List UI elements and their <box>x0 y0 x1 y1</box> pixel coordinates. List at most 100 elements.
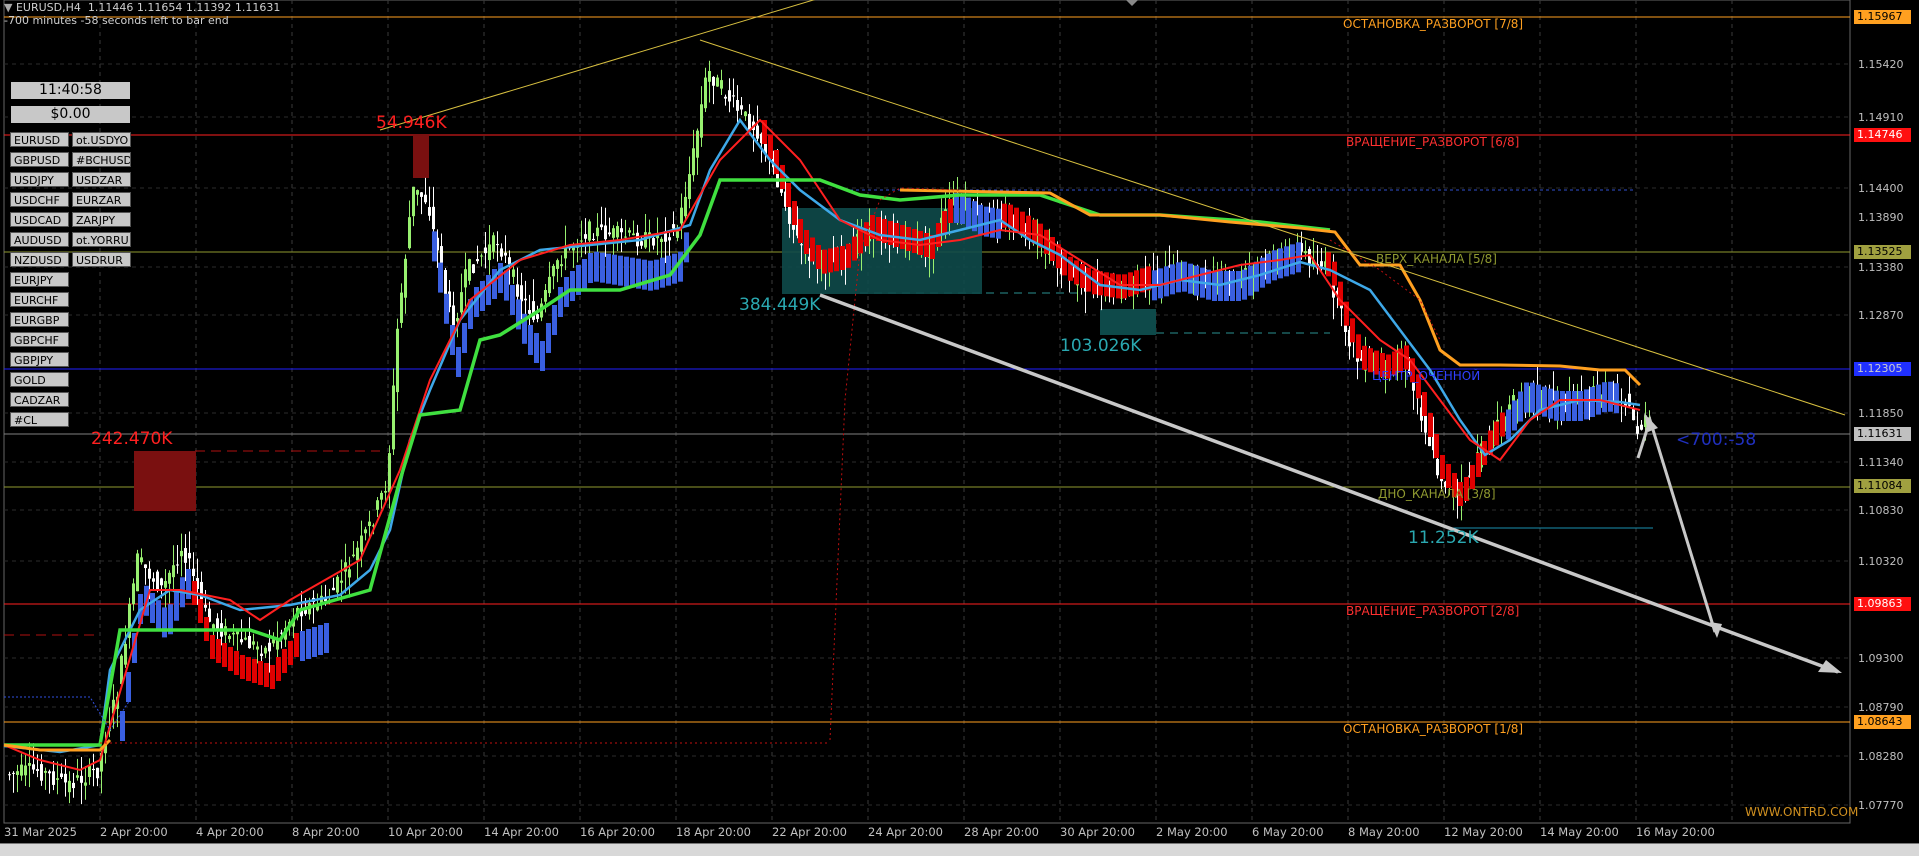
symbol-button-bchusd[interactable]: #BCHUSD <box>72 152 131 167</box>
time-axis-label: 6 May 20:00 <box>1252 825 1324 839</box>
trend-block-bear <box>1026 215 1031 240</box>
trend-block-bull <box>486 275 491 305</box>
symbol-button-usdrur[interactable]: USDRUR <box>72 252 131 267</box>
symbol-button-audusd[interactable]: AUDUSD <box>10 232 69 247</box>
candle-body <box>1632 408 1635 421</box>
candle-body <box>604 225 607 240</box>
symbol-button-otusdyo[interactable]: ot.USDYO <box>72 132 131 147</box>
candle-body <box>612 228 615 238</box>
trend-block-bear <box>768 135 773 159</box>
candle-body <box>332 587 335 591</box>
trend-block-bull <box>954 193 959 223</box>
symbol-button-usdcad[interactable]: USDCAD <box>10 212 69 227</box>
symbol-button-cl[interactable]: #CL <box>10 412 69 427</box>
candle-body <box>756 125 759 139</box>
watermark-text: WWW.ONTRD.COM <box>1745 805 1859 819</box>
symbol-button-cadzar[interactable]: CADZAR <box>10 392 69 407</box>
candle-body <box>156 571 159 591</box>
trend-block-bull <box>978 204 983 235</box>
symbol-button-zarjpy[interactable]: ZARJPY <box>72 212 131 227</box>
price-chart-canvas[interactable] <box>0 0 1919 855</box>
candle-body <box>244 637 247 640</box>
symbol-button-eurzar[interactable]: EURZAR <box>72 192 131 207</box>
symbol-button-gold[interactable]: GOLD <box>10 372 69 387</box>
trend-block-bear <box>234 651 239 675</box>
trend-block-bear <box>294 633 299 657</box>
trend-block-bull <box>1182 261 1187 292</box>
trend-block-bear <box>828 248 833 273</box>
candle-body <box>516 284 519 297</box>
symbol-button-usdzar[interactable]: USDZAR <box>72 172 131 187</box>
level-label-5-8: ВЕРХ_КАНАЛА [5/8] <box>1376 252 1497 266</box>
symbol-button-eurusd[interactable]: EURUSD <box>10 132 69 147</box>
candle-body <box>1436 458 1439 476</box>
candle-body <box>560 264 563 267</box>
symbol-button-eurgbp[interactable]: EURGBP <box>10 312 69 327</box>
candle-body <box>352 554 355 557</box>
candle-body <box>640 241 643 246</box>
candle-body <box>172 565 175 578</box>
candle-body <box>240 639 243 643</box>
price-axis-label: 1.15420 <box>1858 58 1904 71</box>
trend-block-bear <box>942 211 947 235</box>
trend-block-bull <box>1590 387 1595 417</box>
trend-block-bull <box>630 257 635 288</box>
trend-block-bull <box>462 323 467 353</box>
candle-body <box>432 206 435 230</box>
price-tag-6-8: 1.14746 <box>1854 128 1911 142</box>
time-axis-label: 12 May 20:00 <box>1444 825 1523 839</box>
trend-block-bull <box>570 271 575 301</box>
candle-body <box>596 227 599 237</box>
symbol-button-usdjpy[interactable]: USDJPY <box>10 172 69 187</box>
chart-tabs-bar[interactable] <box>0 843 1919 856</box>
time-axis-label: 28 Apr 20:00 <box>964 825 1039 839</box>
candle-body <box>400 292 403 323</box>
symbol-button-gbpchf[interactable]: GBPCHF <box>10 332 69 347</box>
bar-countdown: -700 minutes -58 seconds left to bar end <box>4 14 229 27</box>
candle-body <box>472 264 475 273</box>
candle-body <box>480 255 483 257</box>
price-axis-label: 1.13890 <box>1858 211 1904 224</box>
trend-block-bear <box>852 236 857 261</box>
candle-body <box>8 774 11 776</box>
candle-body <box>536 314 539 319</box>
chart-menu-icon[interactable]: ▼ <box>4 1 16 14</box>
candle-body <box>520 285 523 302</box>
symbol-button-usdchf[interactable]: USDCHF <box>10 192 69 207</box>
candle-body <box>148 568 151 579</box>
candle-body <box>180 550 183 557</box>
candle-body <box>528 310 531 314</box>
candle-body <box>724 96 727 99</box>
trend-block-bear <box>786 183 791 207</box>
candle-body <box>508 257 511 265</box>
candle-body <box>204 604 207 608</box>
candle-body <box>588 221 591 241</box>
symbol-button-nzdusd[interactable]: NZDUSD <box>10 252 69 267</box>
trend-block-bull <box>120 711 125 741</box>
candle-body <box>748 113 751 131</box>
candle-body <box>264 647 267 654</box>
symbol-button-eurchf[interactable]: EURCHF <box>10 292 69 307</box>
candle-body <box>592 238 595 240</box>
trend-block-bear <box>918 231 923 255</box>
trend-block-bear <box>822 249 827 274</box>
symbol-button-otyorru[interactable]: ot.YORRU <box>72 232 131 247</box>
symbol-button-eurjpy[interactable]: EURJPY <box>10 272 69 287</box>
candle-body <box>1424 414 1427 433</box>
trend-block-bull <box>438 262 443 293</box>
candle-body <box>608 232 611 235</box>
trend-block-bear <box>198 599 203 623</box>
trend-block-bull <box>588 253 593 283</box>
price-tag-3-8: 1.11084 <box>1854 479 1911 493</box>
candle-body <box>424 194 427 203</box>
candle-body <box>44 770 47 773</box>
candle-body <box>184 548 187 563</box>
trend-block-bull <box>174 590 179 621</box>
candle-body <box>140 557 143 563</box>
candle-body <box>28 763 31 766</box>
symbol-button-gbpjpy[interactable]: GBPJPY <box>10 352 69 367</box>
candle-body <box>712 76 715 86</box>
symbol-button-gbpusd[interactable]: GBPUSD <box>10 152 69 167</box>
trendline-up <box>379 0 816 131</box>
candle-body <box>160 578 163 586</box>
